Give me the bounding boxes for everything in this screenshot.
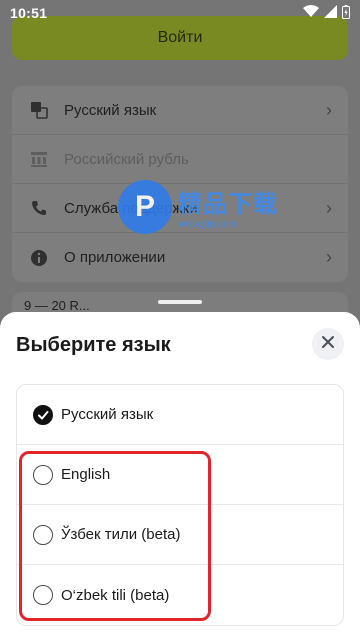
sheet-drag-handle[interactable] (158, 300, 202, 304)
phone-support-icon (28, 197, 50, 219)
info-icon (28, 247, 50, 269)
wifi-icon (303, 5, 319, 21)
language-option-russian[interactable]: Русский язык (17, 385, 343, 445)
translate-icon (28, 99, 50, 121)
sheet-title: Выберите язык (16, 334, 171, 356)
language-label: Русский язык (61, 406, 154, 423)
menu-item-currency: Российский рубль (12, 135, 348, 184)
chevron-right-icon: › (326, 197, 332, 218)
status-time: 10:51 (10, 5, 48, 21)
checkmark-icon (33, 404, 53, 425)
menu-item-about: О приложении › (12, 233, 348, 282)
signal-icon (324, 5, 337, 21)
watermark-url: www.j9p.com (178, 219, 237, 230)
close-icon (321, 335, 335, 354)
close-button[interactable] (312, 328, 344, 360)
menu-item-label: Российский рубль (64, 150, 189, 168)
menu-item-label: Русский язык (64, 101, 157, 119)
status-bar: 10:51 (0, 0, 360, 26)
watermark-p-icon: P (118, 180, 172, 234)
highlight-annotation-box (19, 451, 211, 621)
bank-icon (28, 148, 50, 170)
watermark-logo: P 精品下载 www.j9p.com (118, 180, 278, 234)
promo-text: 9 — 20 R... (24, 298, 90, 313)
watermark-title: 精品下载 (178, 191, 278, 218)
chevron-right-icon: › (326, 247, 332, 267)
chevron-right-icon: › (326, 99, 332, 120)
menu-item-label: О приложении (64, 249, 166, 266)
battery-icon (342, 4, 350, 22)
menu-item-language: Русский язык › (12, 86, 348, 135)
